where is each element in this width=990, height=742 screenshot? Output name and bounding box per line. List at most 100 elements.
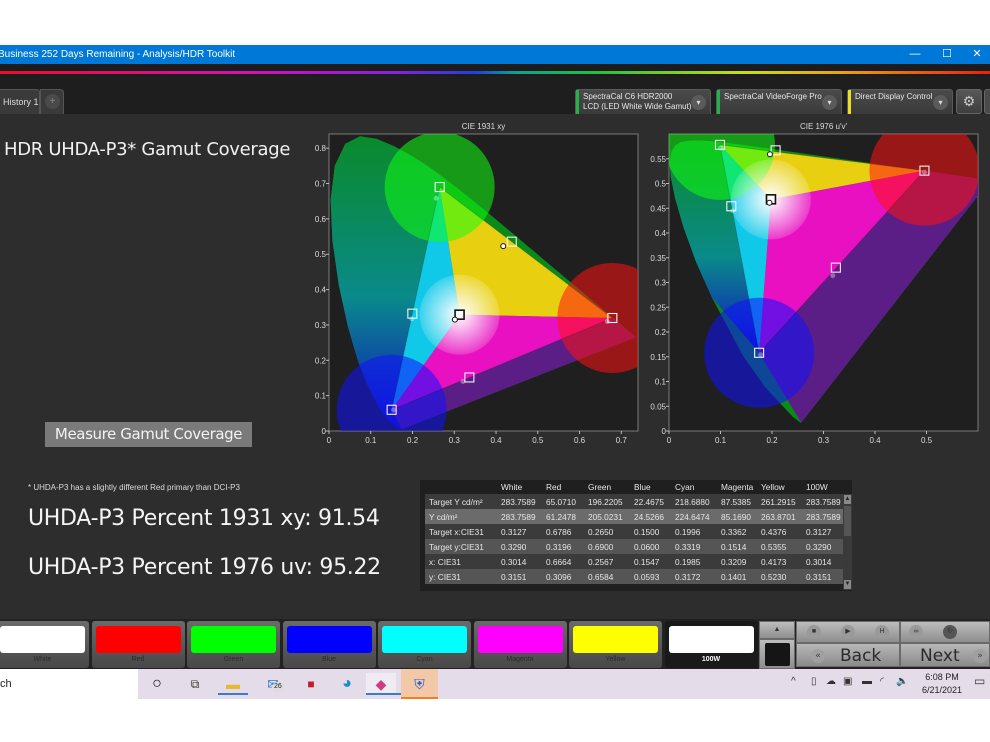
scroll-down-icon[interactable]: ▼ xyxy=(844,580,851,589)
table-cell: 0.4376 xyxy=(757,524,802,539)
more-button[interactable] xyxy=(984,89,990,114)
refresh-icon[interactable]: ↻ xyxy=(943,625,957,639)
swatch-100w[interactable]: 100W xyxy=(664,621,758,668)
maximize-button[interactable]: ☐ xyxy=(932,45,962,64)
x-tick-label: 0.1 xyxy=(365,436,377,445)
swatch-white[interactable]: White xyxy=(0,621,89,668)
calman-app-icon[interactable]: ◆ xyxy=(366,673,404,695)
taskbar-search-box[interactable]: ch xyxy=(0,669,138,699)
table-cell: 283.7589 xyxy=(497,509,542,524)
y-tick-label: 0.4 xyxy=(655,229,667,238)
edge-browser-icon[interactable]: ◕ xyxy=(332,673,362,695)
swatch-label: Yellow xyxy=(605,656,626,663)
file-explorer-icon[interactable]: ▬ xyxy=(218,673,248,695)
update-notification-icon[interactable]: ▣ xyxy=(843,676,852,687)
wifi-icon[interactable]: ◜ xyxy=(880,676,884,687)
measured-marker-green xyxy=(718,145,723,151)
security-shield-icon[interactable]: ⛨ xyxy=(401,669,438,699)
x-tick-label: 0.7 xyxy=(616,436,628,445)
maximize-icon: ☐ xyxy=(942,48,952,60)
measure-gamut-coverage-button[interactable]: Measure Gamut Coverage xyxy=(45,422,252,447)
table-row[interactable]: y: CIE31 0.3151 0.3096 0.6584 0.0593 0.3172 0.… xyxy=(425,569,847,584)
swatch-color xyxy=(668,626,754,653)
cie-1976-chart: CIE 1976 u'v' 0 0.1 0.2 0.3 0.4 0.5 0 0.05 0.1 0.1… xyxy=(650,122,979,445)
table-cell: 0.4173 xyxy=(757,554,802,569)
table-row[interactable]: Target x:CIE31 0.3127 0.6786 0.2650 0.1500 0.… xyxy=(425,524,847,539)
row-label: x: CIE31 xyxy=(425,554,497,569)
settings-button[interactable]: ⚙ xyxy=(956,89,982,114)
swatch-green[interactable]: Green xyxy=(187,621,280,668)
battery-icon[interactable]: ▬ xyxy=(862,676,872,687)
y-tick-label: 0.25 xyxy=(650,303,666,312)
minimize-button[interactable]: — xyxy=(900,45,930,64)
volume-icon[interactable]: 🔈 xyxy=(896,676,908,687)
y-tick-label: 0.5 xyxy=(655,180,667,189)
table-cell: 261.2915 xyxy=(757,494,802,509)
x-tick-label: 0.4 xyxy=(490,436,502,445)
swatch-blue[interactable]: Blue xyxy=(282,621,376,668)
play-icon[interactable]: ▶ xyxy=(841,625,855,639)
swatch-label: Blue xyxy=(321,656,336,663)
table-row[interactable]: Target y:CIE31 0.3290 0.3196 0.6900 0.0600 0.… xyxy=(425,539,847,554)
meter-selector[interactable]: SpectraCal C6 HDR2000 LCD (LED White Wid… xyxy=(575,89,711,114)
task-view-icon[interactable]: ⧉ xyxy=(180,673,210,695)
table-cell: 0.1500 xyxy=(630,524,671,539)
table-cell: 0.0600 xyxy=(630,539,671,554)
system-clock[interactable]: 6:08 PM 6/21/2021 xyxy=(917,671,967,697)
scroll-up-button[interactable]: ▲ xyxy=(759,621,795,639)
mail-icon[interactable]: ✉26 xyxy=(258,673,288,695)
tab-history-1[interactable]: History 1 xyxy=(0,89,40,114)
scroll-thumb[interactable] xyxy=(844,506,851,536)
onedrive-icon[interactable]: ☁ xyxy=(826,676,836,687)
table-cell: 0.1985 xyxy=(671,554,717,569)
chevron-down-icon[interactable]: ▾ xyxy=(933,95,948,110)
window-titlebar: Business 252 Days Remaining - Analysis/H… xyxy=(0,45,990,64)
gift-icon[interactable]: ■ xyxy=(296,673,326,695)
stop-icon[interactable]: ■ xyxy=(807,625,821,639)
table-cell: 0.6786 xyxy=(542,524,584,539)
loop-icon[interactable]: ∞ xyxy=(909,625,923,639)
notifications-icon[interactable]: ▭ xyxy=(974,674,985,688)
hold-icon[interactable]: H xyxy=(875,625,889,639)
y-tick-label: 0.8 xyxy=(315,144,327,153)
column-header: Red xyxy=(542,480,584,494)
footnote: * UHDA-P3 has a slightly different Red p… xyxy=(28,483,240,492)
table-cell: 0.6664 xyxy=(542,554,584,569)
add-tab-button[interactable]: + xyxy=(40,89,64,114)
swatch-color xyxy=(191,626,276,653)
generator-selector[interactable]: SpectraCal VideoForge Pro ▾ xyxy=(716,89,842,114)
cie-1931-chart: CIE 1931 xy 0 0.1 0.2 0.3 0.4 0.5 0.6 0.7 0 0.1 0.2… xyxy=(315,122,639,445)
close-button[interactable]: ✕ xyxy=(962,45,990,64)
table-row[interactable]: Target Y cd/m² 283.7589 65.0710 196.2205 22.… xyxy=(425,494,847,509)
scroll-up-icon[interactable]: ▲ xyxy=(844,495,851,504)
chevron-down-icon[interactable]: ▾ xyxy=(822,95,837,110)
measurement-table: White Red Green Blue Cyan Magenta Yellow… xyxy=(420,480,852,591)
table-cell: 24.5266 xyxy=(630,509,671,524)
tray-overflow-icon[interactable]: ^ xyxy=(791,676,796,687)
swatch-cyan[interactable]: Cyan xyxy=(378,621,471,668)
table-row[interactable]: x: CIE31 0.3014 0.6664 0.2567 0.1547 0.1985 0.… xyxy=(425,554,847,569)
cortana-icon[interactable]: ○ xyxy=(142,673,172,695)
meet-now-icon[interactable]: ▯ xyxy=(811,676,817,687)
active-indicator xyxy=(401,697,438,699)
chevron-down-icon[interactable]: ▾ xyxy=(691,95,706,110)
back-label: Back xyxy=(840,646,882,666)
table-row[interactable]: Y cd/m² 283.7589 61.2478 205.0231 24.5266 224… xyxy=(425,509,847,524)
next-button[interactable]: Next » xyxy=(900,643,990,667)
current-pattern-preview[interactable] xyxy=(759,639,795,669)
swatch-magenta[interactable]: Magenta xyxy=(473,621,567,668)
table-scrollbar[interactable]: ▲ ▼ xyxy=(843,494,852,590)
swatch-red[interactable]: Red xyxy=(91,621,185,668)
plus-icon: + xyxy=(45,94,60,109)
table-cell: 224.6474 xyxy=(671,509,717,524)
swatch-yellow[interactable]: Yellow xyxy=(569,621,662,668)
y-tick-label: 0.3 xyxy=(315,321,327,330)
percent-1976-uv: UHDA-P3 Percent 1976 uv: 95.22 xyxy=(28,555,381,580)
search-text: ch xyxy=(0,678,12,690)
table-cell: 65.0710 xyxy=(542,494,584,509)
y-tick-label: 0.55 xyxy=(650,155,666,164)
table-cell: 263.8701 xyxy=(757,509,802,524)
display-selector[interactable]: Direct Display Control ▾ xyxy=(847,89,953,114)
back-button[interactable]: « Back xyxy=(796,643,900,667)
x-tick-label: 0.3 xyxy=(449,436,461,445)
